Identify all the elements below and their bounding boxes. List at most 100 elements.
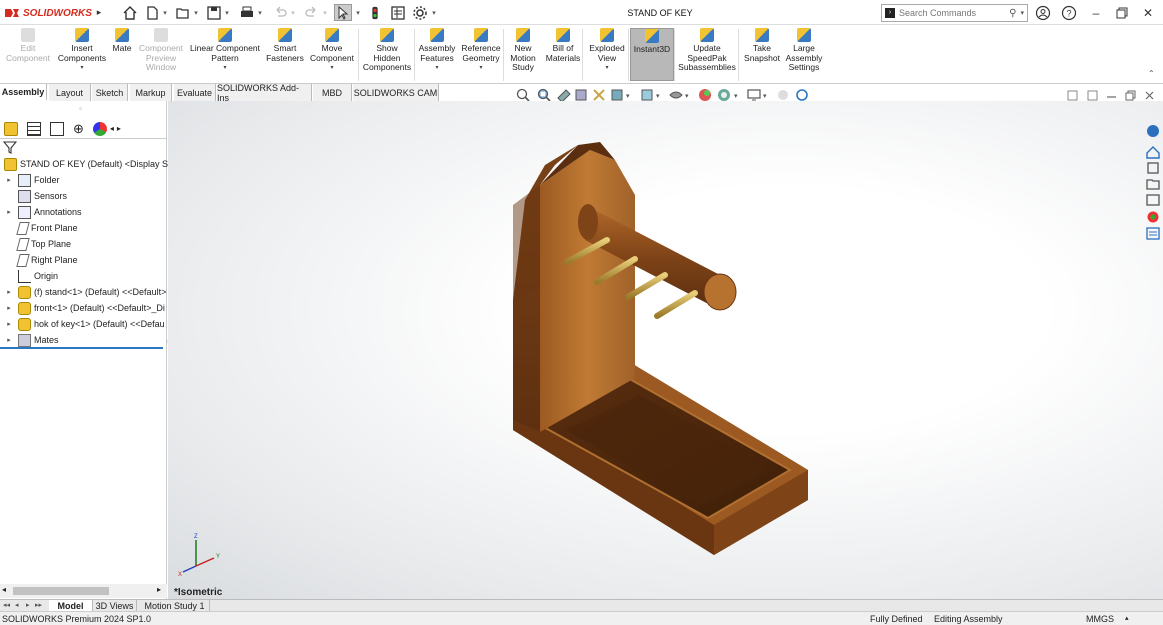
save-icon[interactable] (206, 4, 222, 21)
view-orientation-icon[interactable] (611, 89, 623, 101)
insert-components-button[interactable]: Insert Components ▾ (58, 28, 106, 81)
graphics-area[interactable]: Z Y X *Isometric (168, 101, 1163, 599)
restore-icon[interactable] (1114, 4, 1130, 21)
tab-solidworks-cam[interactable]: SOLIDWORKS CAM (353, 84, 439, 101)
open-dropdown-icon[interactable]: ▾ (192, 4, 200, 21)
new-dropdown-icon[interactable]: ▾ (161, 4, 169, 21)
tab-markup[interactable]: Markup (130, 84, 172, 101)
display-style-dropdown-icon[interactable]: ▾ (656, 93, 660, 100)
file-explorer-icon[interactable] (1147, 162, 1159, 174)
dropdown-arrow-icon[interactable]: ▾ (605, 64, 608, 74)
edit-appearance-icon[interactable] (699, 89, 711, 101)
rebuild-traffic-light-icon[interactable] (368, 4, 382, 21)
tab-assembly[interactable]: Assembly (0, 84, 47, 101)
new-motion-study-button[interactable]: New Motion Study (507, 28, 539, 81)
tree-resize-bar[interactable] (0, 347, 163, 349)
feature-tree-tab-icon[interactable] (4, 121, 18, 136)
configuration-manager-tab-icon[interactable] (50, 121, 64, 136)
tree-item[interactable]: ▸ front<1> (Default) <<Default>_Di (4, 300, 165, 316)
viewport-close-icon[interactable] (1145, 91, 1154, 100)
tab-sketch[interactable]: Sketch (92, 84, 128, 101)
zoom-to-fit-icon[interactable] (516, 88, 530, 102)
linear-component-pattern-button[interactable]: Linear Component Pattern ▾ (188, 28, 262, 81)
design-library-icon[interactable] (1146, 146, 1160, 159)
tab-evaluate[interactable]: Evaluate (174, 84, 216, 101)
tree-item[interactable]: Sensors (4, 188, 67, 204)
viewport-restore-icon[interactable] (1125, 90, 1136, 101)
dropdown-arrow-icon[interactable]: ▾ (435, 64, 438, 74)
home-icon[interactable] (121, 4, 139, 21)
scroll-right-icon[interactable]: ▸ (157, 585, 161, 594)
edit-component-button[interactable]: Edit Component (6, 28, 50, 81)
view-settings-dropdown-icon[interactable]: ▾ (763, 93, 767, 100)
instant3d-button[interactable]: Instant3D (630, 28, 674, 81)
panel-collapse-grip[interactable]: ◦ (79, 104, 82, 113)
tree-filter-row[interactable] (2, 140, 163, 156)
search-dropdown-icon[interactable]: ▾ (1020, 9, 1024, 17)
dynamic-annotation-icon[interactable] (593, 89, 605, 101)
bill-of-materials-button[interactable]: Bill of Materials (543, 28, 583, 81)
appearances-scenes-icon[interactable] (1146, 194, 1160, 206)
filter-funnel-icon[interactable] (2, 140, 18, 154)
menu-expand-icon[interactable]: ▸ (94, 4, 104, 21)
tab-next-icon[interactable]: ▸ (26, 601, 30, 609)
component-preview-window-button[interactable]: Component Preview Window (137, 28, 185, 81)
section-view-icon[interactable] (575, 89, 587, 101)
minimize-icon[interactable]: – (1088, 4, 1104, 21)
tree-item[interactable]: Origin (4, 268, 58, 284)
tabs-scroll-left-icon[interactable]: ◂ (110, 124, 114, 133)
realview-icon[interactable] (778, 90, 788, 100)
custom-properties-icon[interactable] (1147, 211, 1159, 223)
rotate-view-icon[interactable] (796, 89, 808, 101)
mate-button[interactable]: Mate (111, 28, 133, 81)
scene-dropdown-icon[interactable]: ▾ (734, 93, 738, 100)
view-settings-icon[interactable] (747, 89, 761, 101)
close-icon[interactable]: ✕ (1140, 4, 1156, 21)
file-properties-icon[interactable] (390, 4, 406, 21)
undo-icon[interactable] (272, 4, 288, 21)
options-gear-icon[interactable] (412, 4, 428, 21)
zoom-to-area-icon[interactable] (537, 88, 551, 102)
dropdown-arrow-icon[interactable]: ▾ (479, 64, 482, 74)
show-hidden-components-button[interactable]: Show Hidden Components (362, 28, 412, 81)
tree-item[interactable]: ▸ hok of key<1> (Default) <<Defau (4, 316, 165, 332)
tree-root-assembly[interactable]: STAND OF KEY (Default) <Display Stat (4, 156, 178, 172)
assembly-features-button[interactable]: Assembly Features ▾ (418, 28, 456, 81)
redo-dropdown-icon[interactable]: ▾ (321, 4, 329, 21)
tab-prev-icon[interactable]: ◂ (15, 601, 19, 609)
tree-item[interactable]: ▸ Annotations (4, 204, 82, 220)
tree-item[interactable]: ▸ Mates (4, 332, 59, 348)
smart-fasteners-button[interactable]: Smart Fasteners (264, 28, 306, 81)
display-style-icon[interactable] (641, 89, 653, 101)
units-dropdown-icon[interactable]: ▴ (1125, 614, 1129, 622)
view-palette-icon[interactable] (1146, 179, 1160, 190)
tree-expand-icon[interactable]: ▸ (4, 304, 14, 312)
help-icon[interactable]: ? (1061, 4, 1077, 21)
scroll-left-icon[interactable]: ◂ (2, 585, 6, 594)
tab-first-icon[interactable]: ◂◂ (3, 601, 10, 609)
key-stand-model[interactable]: Z Y X (168, 101, 1163, 599)
display-manager-tab-icon[interactable] (92, 121, 107, 136)
reference-geometry-button[interactable]: Reference Geometry ▾ (459, 28, 503, 81)
tile-left-icon[interactable] (1067, 90, 1078, 101)
tab-solidworks-add-ins[interactable]: SOLIDWORKS Add-Ins (217, 83, 312, 103)
search-commands-box[interactable]: › ⚲ ▾ (881, 4, 1028, 22)
options-dropdown-icon[interactable]: ▾ (430, 4, 438, 21)
search-icon[interactable]: ⚲ (1009, 8, 1016, 19)
tabs-scroll-right-icon[interactable]: ▸ (117, 124, 121, 133)
tile-right-icon[interactable] (1087, 90, 1098, 101)
print-icon[interactable] (239, 4, 255, 21)
tree-expand-icon[interactable]: ▸ (4, 208, 14, 216)
status-units[interactable]: MMGS (1086, 614, 1114, 624)
select-pointer-icon[interactable] (334, 4, 352, 21)
update-speedpak-button[interactable]: Update SpeedPak Subassemblies (677, 28, 737, 81)
tab-layout[interactable]: Layout (49, 84, 91, 101)
hide-show-dropdown-icon[interactable]: ▾ (685, 93, 689, 100)
redo-icon[interactable] (304, 4, 320, 21)
tree-item[interactable]: ▸ Folder (4, 172, 60, 188)
hide-show-items-icon[interactable] (669, 91, 683, 99)
orientation-dropdown-icon[interactable]: ▾ (626, 93, 630, 100)
tree-expand-icon[interactable]: ▸ (4, 176, 14, 184)
tab-last-icon[interactable]: ▸▸ (35, 601, 42, 609)
tab-mbd[interactable]: MBD (313, 84, 352, 101)
